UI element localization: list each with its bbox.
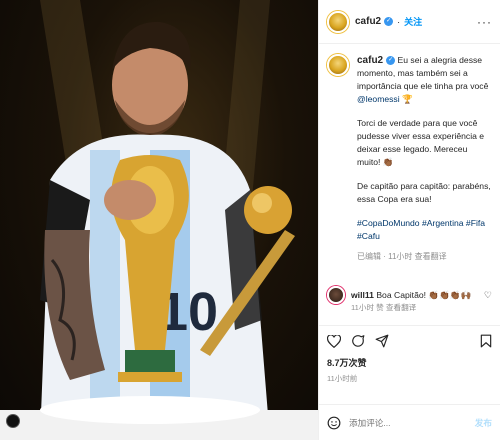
post-image[interactable]: 10	[0, 0, 318, 440]
more-icon[interactable]: ···	[477, 15, 492, 29]
comment-icon[interactable]	[351, 334, 365, 348]
author-avatar[interactable]	[327, 10, 349, 33]
caption-paragraph-3: De capitão para capitão: parabéns, essa …	[357, 181, 491, 204]
comment-input[interactable]	[349, 417, 475, 428]
caption-author-avatar[interactable]	[327, 54, 349, 76]
post-comment-button[interactable]: 发布	[475, 417, 492, 429]
caption-area: cafu2 ✓ Eu sei a alegria desse momento, m…	[319, 44, 500, 282]
author-username[interactable]: cafu2	[355, 16, 381, 27]
comment-like-icon[interactable]: ♡	[484, 290, 492, 301]
trophy-emoji: 🏆	[402, 94, 413, 104]
likes-count[interactable]: 8.7万次赞	[319, 352, 500, 369]
commenter-avatar[interactable]	[327, 286, 345, 304]
comment-meta: 11小时 赞 查看翻译	[351, 303, 417, 312]
verified-icon: ✓	[386, 56, 396, 66]
comment-text: will11 Boa Capitão! 👏🏾👏🏾👏🏾🙌🏾	[351, 290, 471, 301]
user-tag-icon[interactable]	[6, 414, 20, 428]
heart-icon[interactable]	[327, 334, 341, 348]
emoji-icon[interactable]	[327, 416, 341, 430]
post-photo-illustration: 10	[0, 0, 318, 440]
mention-link[interactable]: @leomessi	[357, 94, 400, 104]
caption-paragraph-2: Torci de verdade para que você pudesse v…	[357, 118, 485, 167]
action-bar	[319, 325, 500, 352]
comment-body: Boa Capitão! 👏🏾👏🏾👏🏾🙌🏾	[376, 289, 472, 300]
post-time: 11小时前	[327, 374, 358, 383]
verified-icon: ✓	[384, 17, 394, 26]
commenter-username[interactable]: will11	[351, 290, 374, 300]
add-comment-bar: 发布	[319, 404, 500, 440]
hashtags-link[interactable]: #CopaDoMundo #Argentina #Fifa #Cafu	[357, 217, 492, 243]
post-header: cafu2 ✓ · 关注 ···	[319, 0, 500, 44]
share-icon[interactable]	[375, 334, 389, 348]
post-side-panel: cafu2 ✓ · 关注 ··· cafu2 ✓ Eu sei a alegria…	[318, 0, 500, 440]
clap-emoji: 👏🏾	[382, 157, 394, 167]
follow-button[interactable]: 关注	[404, 15, 422, 28]
bookmark-icon[interactable]	[480, 334, 492, 348]
caption-text: cafu2 ✓ Eu sei a alegria desse momento, m…	[357, 54, 492, 282]
separator-dot: ·	[397, 16, 401, 27]
caption-username[interactable]: cafu2	[357, 55, 383, 66]
caption-meta: 已编辑 · 11小时 查看翻译	[357, 252, 447, 261]
